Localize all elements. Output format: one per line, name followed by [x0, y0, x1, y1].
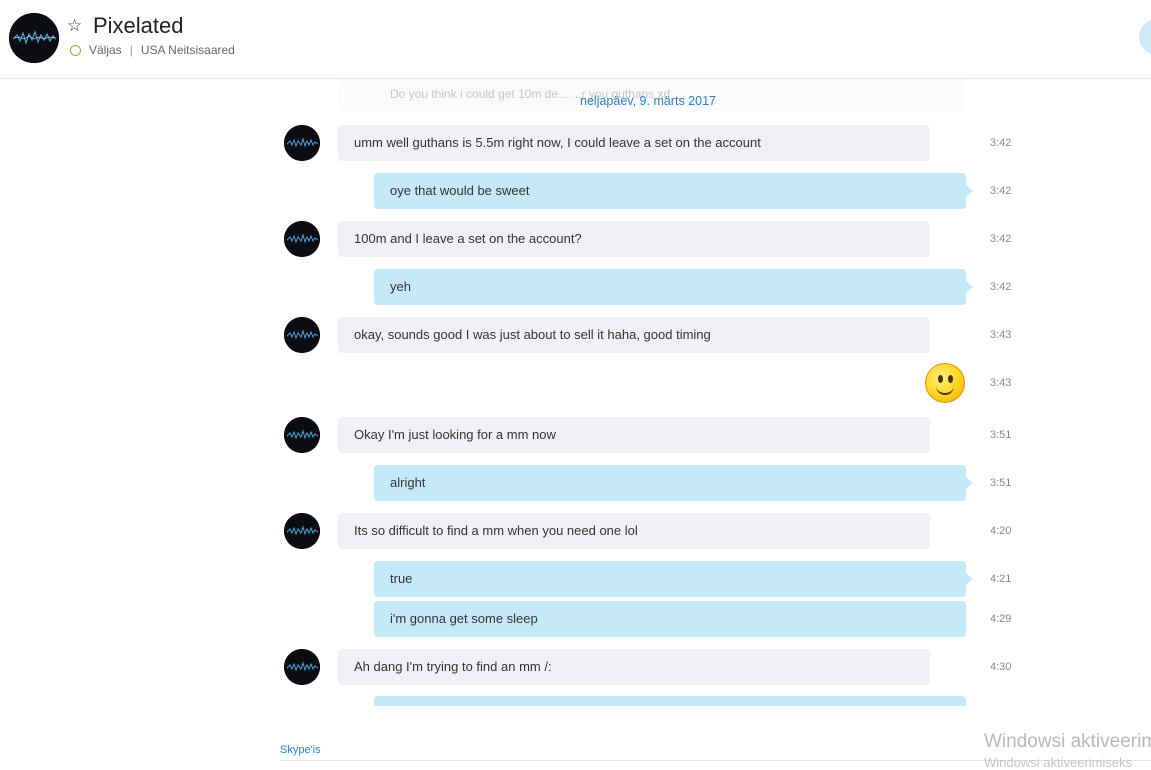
- message-row: 3:43: [0, 363, 1151, 403]
- message-bubble-incoming[interactable]: 100m and I leave a set on the account?: [338, 221, 930, 257]
- message-row: i'm gonna get some sleep 4:29: [0, 601, 1151, 637]
- message-time: 3:43: [990, 329, 1012, 341]
- message-row: 100m and I leave a set on the account? 3…: [0, 221, 1151, 257]
- sender-avatar[interactable]: [284, 649, 320, 685]
- windows-activation-watermark-title: Windowsi aktiveerimine: [984, 731, 1151, 752]
- message-time: 3:42: [990, 233, 1012, 245]
- message-bubble-incoming[interactable]: Its so difficult to find a mm when you n…: [338, 513, 930, 549]
- message-time: 3:43: [990, 377, 1012, 389]
- message-time: 4:30: [990, 661, 1012, 673]
- sender-avatar[interactable]: [284, 513, 320, 549]
- contact-avatar[interactable]: [9, 13, 59, 63]
- message-row: Okay I'm just looking for a mm now 3:51: [0, 417, 1151, 453]
- message-row: yeh 3:42: [0, 269, 1151, 305]
- contact-status: Väljas | USA Neitsisaared: [70, 43, 235, 57]
- message-row: umm well guthans is 5.5m right now, I co…: [0, 125, 1151, 161]
- presence-away-icon: [70, 44, 81, 56]
- message-time: 4:20: [990, 525, 1012, 537]
- message-bubble-outgoing[interactable]: i'm gonna get some sleep: [374, 601, 966, 637]
- message-bubble-incoming[interactable]: Ah dang I'm trying to find an mm /:: [338, 649, 930, 685]
- sender-avatar[interactable]: [284, 221, 320, 257]
- location-text: USA Neitsisaared: [140, 43, 235, 57]
- status-separator: |: [129, 43, 133, 57]
- call-button[interactable]: [1139, 19, 1151, 55]
- message-row: alright 3:51: [0, 465, 1151, 501]
- message-row: true 4:21: [0, 561, 1151, 597]
- message-list[interactable]: Do you think i could get 10m de... ...r …: [0, 79, 1151, 706]
- message-time: 3:42: [990, 185, 1012, 197]
- message-bubble-incoming[interactable]: okay, sounds good I was just about to se…: [338, 317, 930, 353]
- message-time: 4:21: [990, 573, 1012, 585]
- favorite-star-icon[interactable]: ☆: [67, 16, 82, 36]
- contact-name: Pixelated: [93, 13, 184, 38]
- message-bubble-outgoing[interactable]: oye that would be sweet: [374, 173, 973, 209]
- message-bubble-outgoing[interactable]: true: [374, 561, 973, 597]
- message-row: Its so difficult to find a mm when you n…: [0, 513, 1151, 549]
- sender-avatar[interactable]: [284, 317, 320, 353]
- message-time: 3:42: [990, 137, 1012, 149]
- skype-link[interactable]: Skype'is: [280, 744, 321, 756]
- sender-avatar[interactable]: [284, 125, 320, 161]
- message-time: 4:29: [990, 613, 1012, 625]
- message-row: okay, sounds good I was just about to se…: [0, 317, 1151, 353]
- chat-header: ☆ Pixelated Väljas | USA Neitsisaared: [0, 0, 1151, 79]
- message-bubble-outgoing[interactable]: alright: [374, 465, 973, 501]
- windows-activation-watermark-subtitle: Windowsi aktiveerimiseks: [984, 755, 1133, 770]
- status-text: Väljas: [89, 43, 122, 57]
- date-separator: neljapäev, 9. märts 2017: [580, 94, 716, 108]
- message-row: oye that would be sweet 3:42: [0, 173, 1151, 209]
- sender-avatar[interactable]: [284, 417, 320, 453]
- message-bubble-incoming[interactable]: umm well guthans is 5.5m right now, I co…: [338, 125, 930, 161]
- message-row: Ah dang I'm trying to find an mm /: 4:30: [0, 649, 1151, 685]
- smile-emoticon-icon[interactable]: [925, 363, 965, 403]
- message-time: 3:42: [990, 281, 1012, 293]
- message-bubble-outgoing[interactable]: yeh: [374, 269, 973, 305]
- message-time: 3:51: [990, 477, 1012, 489]
- message-bubble-outgoing-partial[interactable]: [374, 696, 966, 706]
- message-time: 3:51: [990, 429, 1012, 441]
- message-bubble-incoming[interactable]: Okay I'm just looking for a mm now: [338, 417, 930, 453]
